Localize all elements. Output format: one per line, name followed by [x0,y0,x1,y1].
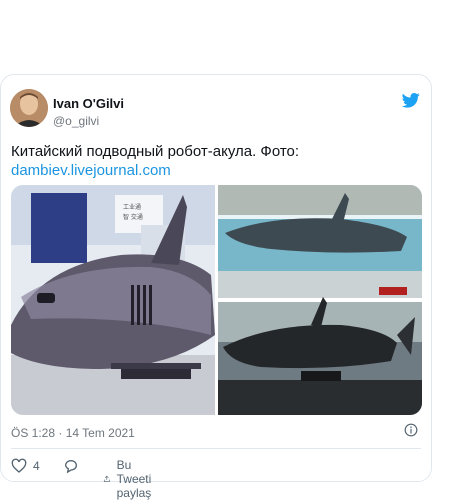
avatar[interactable] [10,89,48,127]
share-icon [103,475,110,482]
like-button[interactable]: 4 [11,458,40,474]
photo-shark-in-tank[interactable] [218,185,422,298]
tweet-body: Китайский подводный робот-акула. Фото: [11,143,300,160]
author-name[interactable]: Ivan O'Gilvi [53,96,124,111]
share-label: Bu Tweeti paylaş [116,458,152,500]
like-count: 4 [33,459,40,473]
heart-icon [11,458,27,473]
tweet-text: Китайский подводный робот-акула. Фото: d… [11,142,423,180]
info-icon[interactable] [404,423,418,437]
photo-shark-robot-exhibit[interactable]: 工业通 智 交通 [11,185,215,415]
svg-text:智 交通: 智 交通 [123,213,143,221]
tweet-card: Ivan O'Gilvi @o_gilvi Китайский подводны… [0,74,432,500]
reply-button[interactable] [63,458,79,474]
photo-shark-on-stand[interactable] [218,297,422,415]
tweet-link[interactable]: dambiev.livejournal.com [11,161,423,180]
divider [11,448,421,449]
reply-icon [64,460,77,474]
tweet-timestamp[interactable]: ÖS 1:28 · 14 Tem 2021 [11,426,135,440]
author-handle[interactable]: @o_gilvi [53,114,99,128]
svg-text:工业通: 工业通 [123,203,141,211]
twitter-bird-icon[interactable] [401,91,421,109]
media-grid: 工业通 智 交通 [11,185,422,415]
share-button[interactable]: Bu Tweeti paylaş [103,458,160,500]
